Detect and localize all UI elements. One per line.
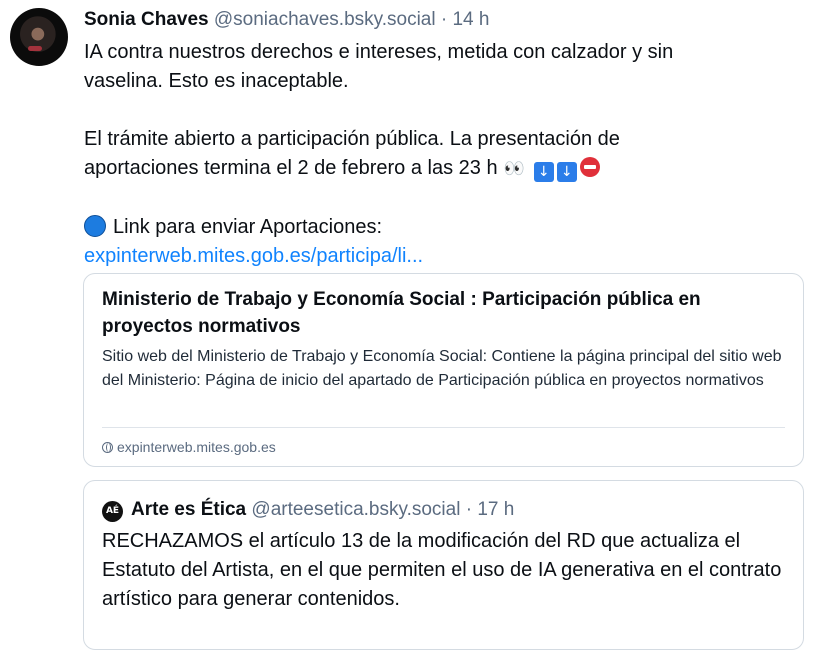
avatar[interactable]: [10, 8, 68, 66]
quoted-post[interactable]: AÉ Arte es Ética @arteesetica.bsky.socia…: [83, 480, 804, 650]
post-line: vaselina. Esto es inaceptable.: [84, 70, 349, 92]
quoted-author-name: Arte es Ética: [131, 499, 247, 520]
no-entry-icon: [579, 157, 600, 177]
down-arrow-icon: ↓: [556, 162, 577, 182]
post-link[interactable]: expinterweb.mites.gob.es/participa/li...: [84, 245, 423, 267]
quoted-author-handle: @arteesetica.bsky.social: [251, 499, 461, 520]
post-header: Sonia Chaves @soniachaves.bsky.social · …: [84, 7, 489, 33]
blue-circle-icon: [84, 215, 106, 237]
link-card-description: Sitio web del Ministerio de Trabajo y Ec…: [102, 348, 782, 389]
author-handle[interactable]: @soniachaves.bsky.social: [214, 9, 436, 30]
quoted-post-body: RECHAZAMOS el artículo 13 de la modifica…: [102, 530, 782, 610]
post-body: IA contra nuestros derechos e intereses,…: [84, 38, 784, 271]
link-card-domain-row: expinterweb.mites.gob.es: [102, 437, 276, 457]
separator: ·: [440, 9, 448, 30]
post-line: Link para enviar Aportaciones:: [113, 216, 383, 238]
down-arrow-icon: ↓: [533, 162, 554, 182]
eyes-icon: 👀: [503, 159, 525, 179]
quoted-avatar: AÉ: [102, 501, 123, 522]
quoted-post-time: 17 h: [477, 499, 515, 520]
author-name[interactable]: Sonia Chaves: [84, 9, 209, 30]
post-line-with-icon: Link para enviar Aportaciones:: [84, 213, 784, 242]
post-time[interactable]: 14 h: [452, 9, 489, 30]
globe-icon: [102, 442, 113, 453]
post-line: El trámite abierto a participación públi…: [84, 128, 620, 150]
post-line: aportaciones termina el 2 de febrero a l…: [84, 157, 498, 179]
link-card[interactable]: Ministerio de Trabajo y Economía Social …: [83, 273, 804, 467]
separator: ·: [465, 499, 473, 520]
divider: [102, 427, 785, 428]
post-line-with-emoji: aportaciones termina el 2 de febrero a l…: [84, 154, 784, 184]
quoted-post-header: Arte es Ética @arteesetica.bsky.social ·…: [131, 497, 514, 523]
link-card-domain: expinterweb.mites.gob.es: [117, 439, 276, 455]
link-card-title: Ministerio de Trabajo y Economía Social …: [102, 289, 701, 337]
post-line: IA contra nuestros derechos e intereses,…: [84, 41, 674, 63]
